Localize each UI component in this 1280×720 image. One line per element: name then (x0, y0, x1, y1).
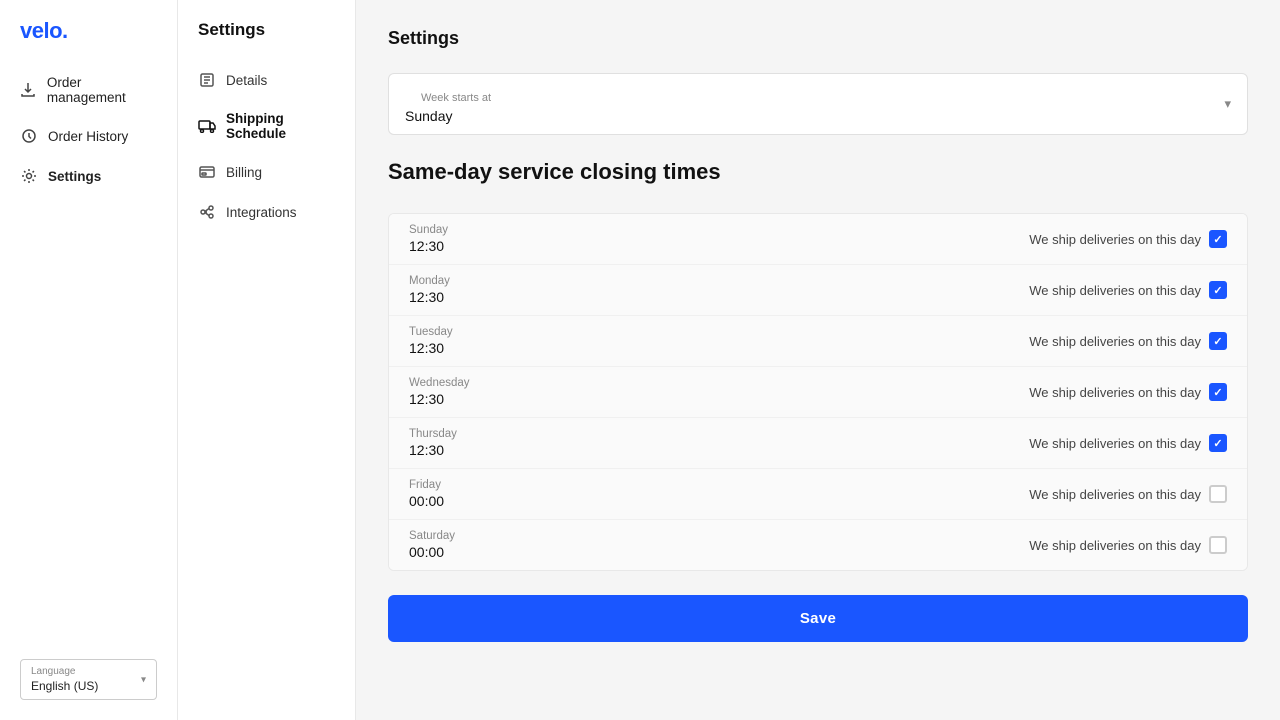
sidebar-footer: Language English (US) ▾ (0, 659, 177, 700)
day-info-friday: Friday 00:00 (409, 479, 444, 509)
same-day-title: Same-day service closing times (388, 159, 1248, 185)
day-info-thursday: Thursday 12:30 (409, 428, 457, 458)
sidebar-item-order-management[interactable]: Order management (0, 64, 177, 116)
checkbox-saturday[interactable] (1209, 536, 1227, 554)
week-starts-value: Sunday (405, 108, 1231, 124)
day-info-saturday: Saturday 00:00 (409, 530, 455, 560)
day-info-sunday: Sunday 12:30 (409, 224, 448, 254)
day-row-monday: Monday 12:30 We ship deliveries on this … (389, 264, 1247, 315)
clock-icon (20, 127, 38, 145)
day-checkbox-area-monday: We ship deliveries on this day (1029, 281, 1227, 299)
day-row-sunday: Sunday 12:30 We ship deliveries on this … (389, 214, 1247, 264)
settings-nav-title: Settings (178, 20, 355, 60)
checkbox-thursday[interactable] (1209, 434, 1227, 452)
day-checkbox-area-sunday: We ship deliveries on this day (1029, 230, 1227, 248)
week-starts-dropdown[interactable]: Week starts at Sunday ▾ (388, 73, 1248, 135)
day-checkbox-area-friday: We ship deliveries on this day (1029, 485, 1227, 503)
day-info-wednesday: Wednesday 12:30 (409, 377, 470, 407)
day-checkbox-area-tuesday: We ship deliveries on this day (1029, 332, 1227, 350)
details-icon (198, 71, 216, 89)
sidebar-item-settings[interactable]: Settings (0, 156, 177, 196)
integrations-icon (198, 203, 216, 221)
settings-nav-details[interactable]: Details (178, 60, 355, 100)
download-icon (20, 81, 37, 99)
checkbox-sunday[interactable] (1209, 230, 1227, 248)
day-info-tuesday: Tuesday 12:30 (409, 326, 453, 356)
app-logo: velo. (0, 0, 177, 64)
card-icon (198, 163, 216, 181)
checkbox-monday[interactable] (1209, 281, 1227, 299)
settings-nav-panel: Settings Details Shipping Schedule (178, 0, 356, 720)
day-row-thursday: Thursday 12:30 We ship deliveries on thi… (389, 417, 1247, 468)
day-checkbox-area-saturday: We ship deliveries on this day (1029, 536, 1227, 554)
settings-nav-shipping-schedule[interactable]: Shipping Schedule (178, 100, 355, 152)
same-day-table: Sunday 12:30 We ship deliveries on this … (388, 213, 1248, 571)
checkbox-tuesday[interactable] (1209, 332, 1227, 350)
settings-nav-billing[interactable]: Billing (178, 152, 355, 192)
page-title: Settings (388, 28, 1248, 49)
sidebar-item-order-history[interactable]: Order History (0, 116, 177, 156)
day-checkbox-area-wednesday: We ship deliveries on this day (1029, 383, 1227, 401)
save-button[interactable]: Save (388, 595, 1248, 642)
day-row-tuesday: Tuesday 12:30 We ship deliveries on this… (389, 315, 1247, 366)
truck-icon (198, 117, 216, 135)
day-row-wednesday: Wednesday 12:30 We ship deliveries on th… (389, 366, 1247, 417)
settings-nav-integrations[interactable]: Integrations (178, 192, 355, 232)
day-row-saturday: Saturday 00:00 We ship deliveries on thi… (389, 519, 1247, 570)
checkbox-friday[interactable] (1209, 485, 1227, 503)
chevron-down-icon: ▾ (1224, 96, 1231, 112)
day-checkbox-area-thursday: We ship deliveries on this day (1029, 434, 1227, 452)
checkbox-wednesday[interactable] (1209, 383, 1227, 401)
day-info-monday: Monday 12:30 (409, 275, 450, 305)
day-row-friday: Friday 00:00 We ship deliveries on this … (389, 468, 1247, 519)
main-panel: Settings Week starts at Sunday ▾ Same-da… (356, 0, 1280, 720)
gear-icon (20, 167, 38, 185)
chevron-down-icon: ▾ (141, 674, 146, 685)
language-selector[interactable]: Language English (US) ▾ (20, 659, 157, 700)
